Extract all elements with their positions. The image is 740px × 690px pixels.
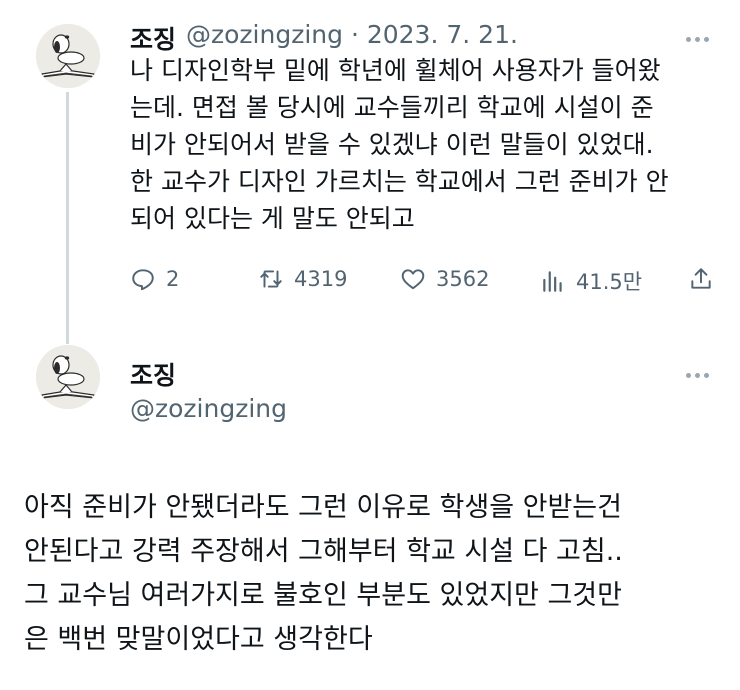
retweet-count: 4319 <box>294 267 348 291</box>
more-icon[interactable] <box>686 37 709 42</box>
tweet-line: 되어 있다는 게 말도 안되고 <box>130 204 415 233</box>
like-count: 3562 <box>436 267 490 291</box>
reply-count: 2 <box>166 267 180 291</box>
avatar-snoopy-icon <box>36 24 100 88</box>
tweet-line: 한 교수가 디자인 가르치는 학교에서 그런 준비가 안 <box>130 167 669 196</box>
more-icon[interactable] <box>686 373 709 378</box>
tweet-line: 아직 준비가 안됐더라도 그런 이유로 학생을 안받는건 <box>24 492 622 523</box>
views-icon <box>543 271 562 292</box>
avatar[interactable] <box>36 24 100 88</box>
tweet-line: 안된다고 강력 주장해서 그해부터 학교 시설 다 고침.. <box>24 536 623 567</box>
tweet-line: 나 디자인학부 밑에 학년에 휠체어 사용자가 들어왔 <box>130 56 661 85</box>
like-icon <box>401 269 425 290</box>
avatar[interactable] <box>36 345 100 409</box>
tweet-actions: 2 4319 3562 41.5만 <box>130 266 720 296</box>
retweet-button[interactable]: 4319 <box>258 266 347 292</box>
like-button[interactable]: 3562 <box>400 266 489 292</box>
handle-text: @zozingzing <box>186 20 343 49</box>
tweet-line: 은 백번 맞말이었다고 생각한다 <box>24 624 373 655</box>
retweet-icon <box>260 270 282 288</box>
tweet-line: 비가 안되어서 받을 수 있겠냐 이런 말들이 있었대. <box>130 130 654 159</box>
tweet-line: 그 교수님 여러가지로 불호인 부분도 있었지만 그것만 <box>24 580 622 611</box>
tweet-text: 아직 준비가 안됐더라도 그런 이유로 학생을 안받는건 안된다고 강력 주장해… <box>24 486 734 662</box>
views-button[interactable]: 41.5만 <box>540 266 642 296</box>
tweet-line: 는데. 면접 볼 당시에 교수들끼리 학교에 시설이 준 <box>130 93 654 122</box>
tweet-text: 나 디자인학부 밑에 학년에 휠체어 사용자가 들어왔 는데. 면접 볼 당시에… <box>130 52 730 237</box>
views-count: 41.5만 <box>576 270 643 294</box>
reply-button[interactable]: 2 <box>130 266 179 292</box>
author-name[interactable]: 조징 <box>130 356 176 392</box>
share-icon <box>691 268 711 289</box>
separator: · <box>350 20 359 49</box>
thread-connector-line <box>66 92 69 344</box>
reply-icon <box>132 269 154 291</box>
author-handle[interactable]: @zozingzing · 2023. 7. 21. <box>186 20 518 49</box>
share-button[interactable] <box>688 266 714 292</box>
author-name[interactable]: 조징 <box>130 20 176 56</box>
author-handle[interactable]: @zozingzing <box>130 394 287 423</box>
avatar-snoopy-icon <box>36 345 100 409</box>
tweet-date[interactable]: 2023. 7. 21. <box>367 20 518 49</box>
